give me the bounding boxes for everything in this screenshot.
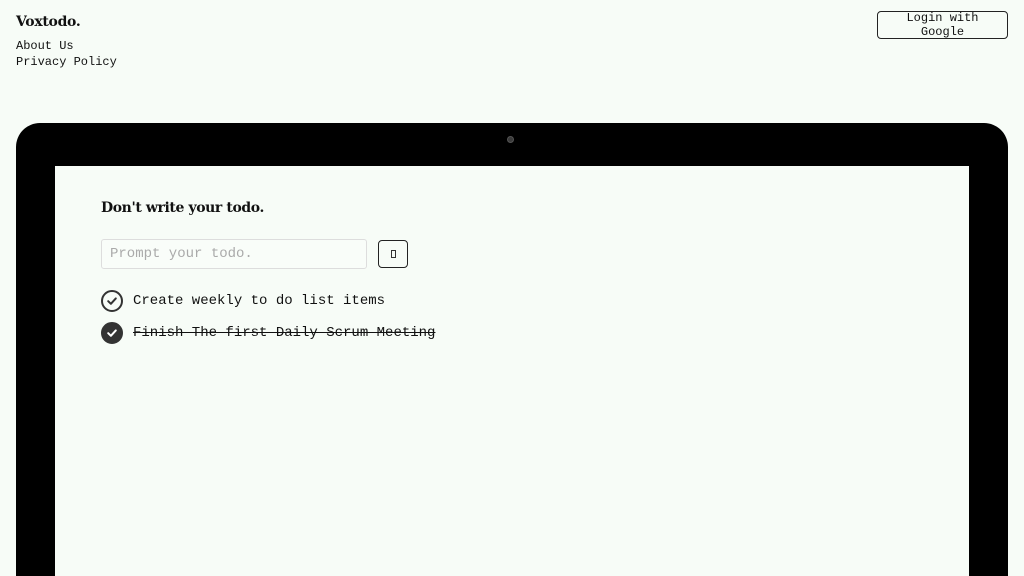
- laptop-frame: Don't write your todo. Create weekly to …: [16, 123, 1008, 576]
- nav-about-us-link[interactable]: About Us: [16, 39, 74, 53]
- nav-privacy-policy-link[interactable]: Privacy Policy: [16, 55, 117, 69]
- laptop-screen: Don't write your todo. Create weekly to …: [55, 166, 969, 576]
- check-icon: [107, 329, 117, 337]
- todo-item-completed: Finish The first Daily Scrum Meeting: [101, 322, 435, 344]
- login-with-google-button[interactable]: Login with Google: [877, 11, 1008, 39]
- camera-icon: [507, 136, 514, 143]
- page-headline: Don't write your todo.: [101, 200, 264, 216]
- todo-text: Create weekly to do list items: [133, 293, 386, 309]
- brand-logo: Voxtodo.: [16, 14, 81, 30]
- todo-prompt-input[interactable]: [101, 239, 367, 269]
- check-icon: [107, 297, 117, 305]
- todo-checkbox[interactable]: [101, 290, 123, 312]
- mic-button[interactable]: [378, 240, 408, 268]
- todo-item: Create weekly to do list items: [101, 290, 385, 312]
- todo-checkbox-checked[interactable]: [101, 322, 123, 344]
- missing-glyph-icon: [390, 250, 396, 258]
- todo-text: Finish The first Daily Scrum Meeting: [133, 325, 436, 341]
